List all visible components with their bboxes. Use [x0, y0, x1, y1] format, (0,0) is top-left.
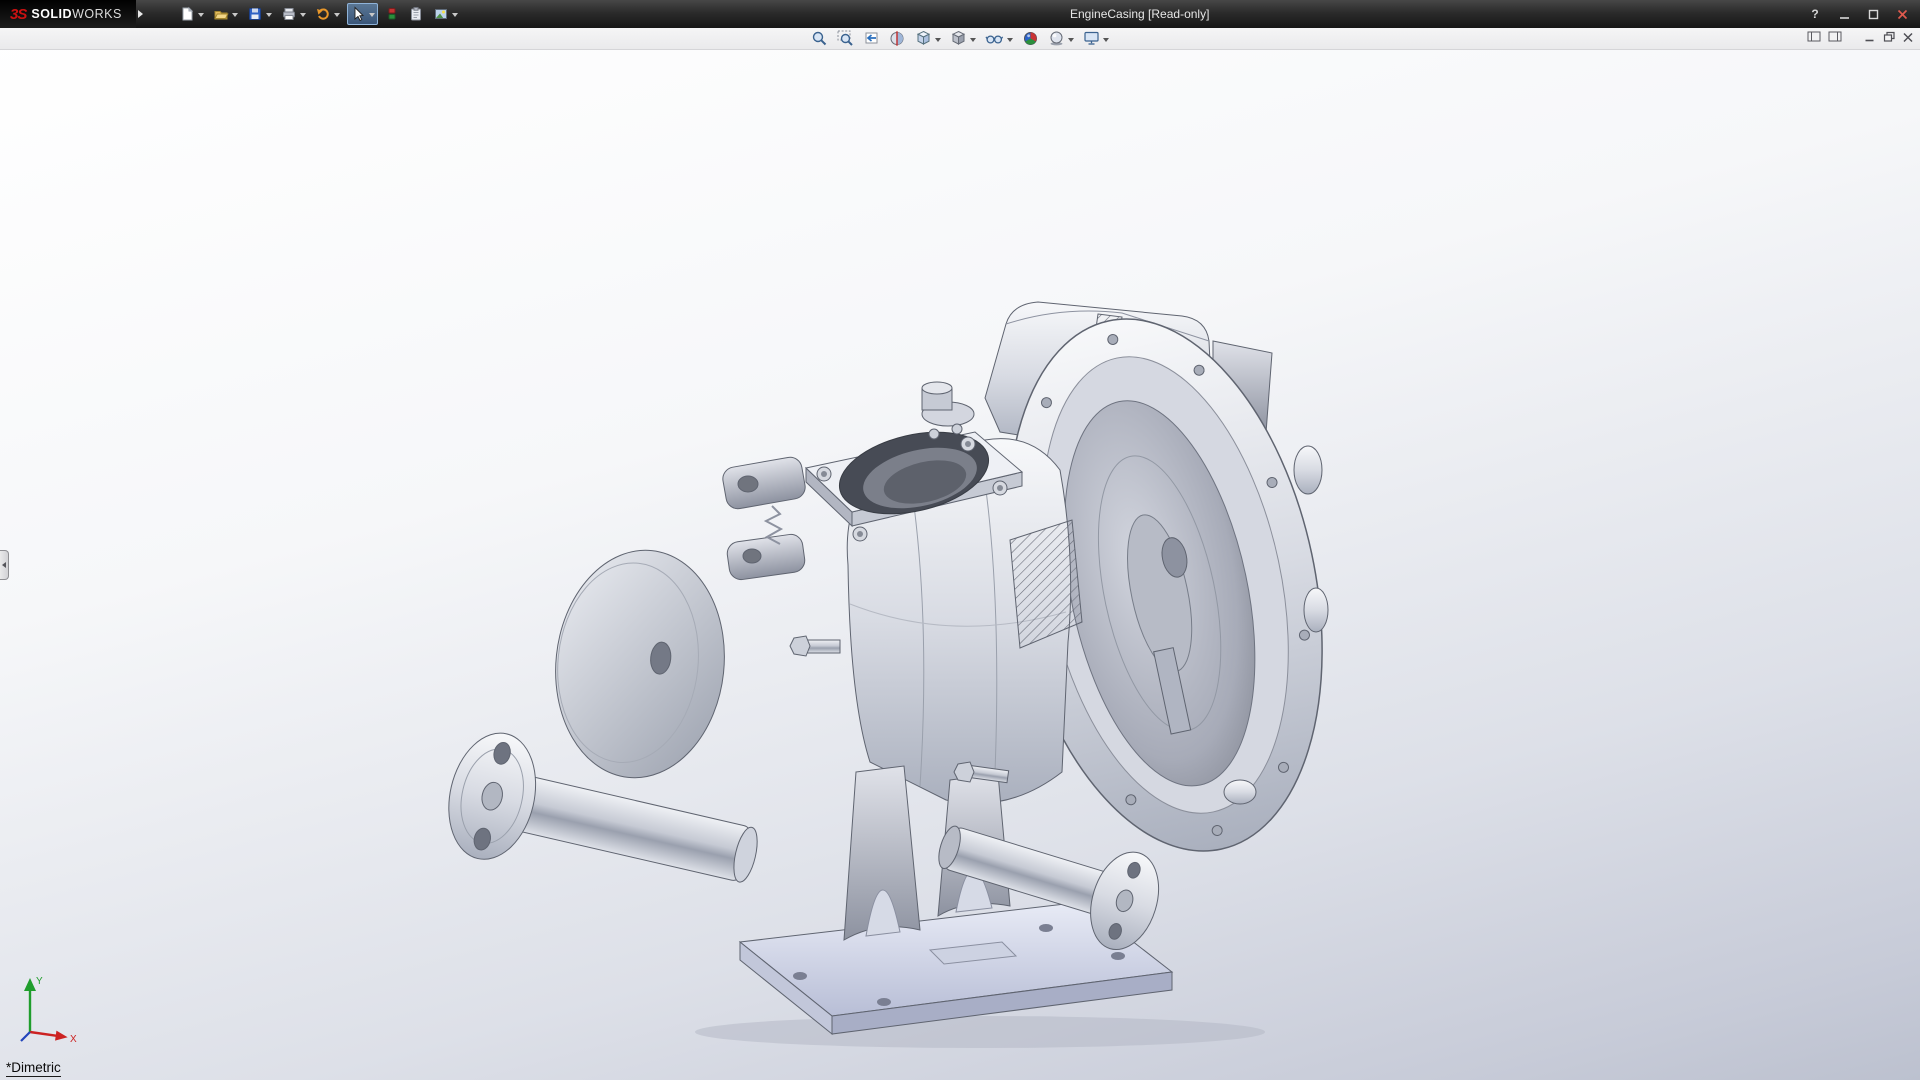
apply-scene-button[interactable]: [1047, 29, 1075, 49]
reference-triad: Y X: [8, 970, 82, 1052]
pane-left-button[interactable]: [1807, 30, 1821, 48]
solidworks-logo[interactable]: 3S SOLIDWORKS: [0, 0, 136, 28]
x-axis: [29, 1027, 68, 1042]
restore-icon: [1883, 31, 1895, 43]
view-orientation-label: *Dimetric: [6, 1060, 61, 1077]
select-tool-button[interactable]: [347, 3, 378, 25]
pane-left-icon: [1807, 30, 1821, 43]
view-orientation-button[interactable]: [914, 29, 942, 49]
clipboard-button[interactable]: [406, 3, 426, 25]
section-view-icon: [889, 30, 906, 47]
brand-bold: SOLID: [31, 7, 72, 21]
collapse-arrow-icon: [2, 562, 6, 568]
heads-up-band: [0, 28, 1920, 50]
maximize-icon: [1868, 9, 1879, 20]
zoom-to-fit-button[interactable]: [810, 29, 829, 49]
undo-button[interactable]: [313, 3, 342, 25]
document-close-button[interactable]: [1902, 30, 1914, 48]
eyeglasses-icon: [985, 30, 1004, 47]
view-orientation-cube-icon: [915, 30, 932, 47]
maximize-button[interactable]: [1865, 6, 1881, 22]
previous-view-button[interactable]: [862, 29, 881, 49]
save-button[interactable]: [245, 3, 274, 25]
zoom-to-fit-icon: [811, 30, 828, 47]
y-axis-label: Y: [36, 976, 43, 987]
dropdown-caret-icon[interactable]: [198, 13, 204, 17]
graphics-area[interactable]: Y X *Dimetric: [0, 28, 1920, 1080]
view-settings-icon: [1083, 30, 1100, 47]
z-axis: [21, 1032, 30, 1041]
close-button[interactable]: [1894, 6, 1910, 22]
print-button[interactable]: [279, 3, 308, 25]
zoom-to-area-button[interactable]: [836, 29, 855, 49]
minimize-icon: [1864, 31, 1876, 43]
dropdown-caret-icon[interactable]: [232, 13, 238, 17]
options-image-icon: [433, 6, 449, 22]
appearance-sphere-icon: [1022, 30, 1039, 47]
housing-tab: [1224, 780, 1256, 804]
clipboard-icon: [408, 6, 424, 22]
side-pin-part: [790, 636, 840, 656]
menu-expand-arrow-icon[interactable]: [138, 10, 143, 18]
dropdown-caret-icon[interactable]: [300, 13, 306, 17]
new-document-icon: [179, 6, 195, 22]
dropdown-caret-icon[interactable]: [935, 38, 941, 42]
dropdown-caret-icon[interactable]: [452, 13, 458, 17]
section-view-button[interactable]: [888, 29, 907, 49]
x-axis-label: X: [70, 1034, 77, 1045]
new-document-button[interactable]: [177, 3, 206, 25]
open-button[interactable]: [211, 3, 240, 25]
minimize-icon: [1839, 9, 1850, 20]
dropdown-caret-icon[interactable]: [1068, 38, 1074, 42]
solidworks-window: 3S SOLIDWORKS: [0, 0, 1920, 1080]
select-cursor-icon: [350, 6, 366, 22]
left-disc-part: [545, 542, 736, 786]
dropdown-caret-icon[interactable]: [369, 13, 375, 17]
close-icon: [1902, 31, 1914, 43]
open-folder-icon: [213, 6, 229, 22]
help-button[interactable]: ?: [1807, 6, 1823, 22]
dropdown-caret-icon[interactable]: [1007, 38, 1013, 42]
y-axis-arrowhead-icon: [24, 978, 36, 991]
dropdown-caret-icon[interactable]: [266, 13, 272, 17]
brand-light: WORKS: [72, 7, 122, 21]
bracket-part: [721, 455, 807, 581]
previous-view-icon: [863, 30, 880, 47]
pane-right-icon: [1828, 30, 1842, 43]
display-style-cube-icon: [950, 30, 967, 47]
housing-tab: [1294, 446, 1322, 494]
window-controls: ?: [1807, 0, 1910, 28]
housing-tab: [1304, 588, 1328, 632]
3ds-logo-icon: 3S: [10, 6, 26, 23]
document-window-controls: [1807, 30, 1914, 48]
main-toolbar: [177, 3, 460, 25]
save-icon: [247, 6, 263, 22]
document-restore-button[interactable]: [1883, 30, 1895, 48]
pane-right-button[interactable]: [1828, 30, 1842, 48]
window-title: EngineCasing [Read-only]: [1070, 0, 1209, 28]
engine-casing-model[interactable]: [0, 28, 1920, 1080]
minimize-button[interactable]: [1836, 6, 1852, 22]
zoom-to-area-icon: [837, 30, 854, 47]
color-swatch-icon: [385, 6, 399, 22]
print-icon: [281, 6, 297, 22]
dropdown-caret-icon[interactable]: [970, 38, 976, 42]
hide-show-items-button[interactable]: [984, 29, 1014, 49]
scene-sphere-icon: [1048, 30, 1065, 47]
heads-up-view-toolbar: [810, 29, 1110, 49]
edit-appearance-button[interactable]: [1021, 29, 1040, 49]
close-icon: [1897, 9, 1908, 20]
brand-wordmark: SOLIDWORKS: [31, 7, 121, 21]
display-style-button[interactable]: [949, 29, 977, 49]
dropdown-caret-icon[interactable]: [1103, 38, 1109, 42]
color-swatch-button[interactable]: [383, 3, 401, 25]
dropdown-caret-icon[interactable]: [334, 13, 340, 17]
document-minimize-button[interactable]: [1864, 30, 1876, 48]
view-settings-button[interactable]: [1082, 29, 1110, 49]
x-axis-arrowhead-icon: [55, 1031, 68, 1043]
options-image-button[interactable]: [431, 3, 460, 25]
undo-icon: [315, 6, 331, 22]
feature-manager-collapsed-tab[interactable]: [0, 550, 9, 580]
title-bar: 3S SOLIDWORKS: [0, 0, 1920, 28]
